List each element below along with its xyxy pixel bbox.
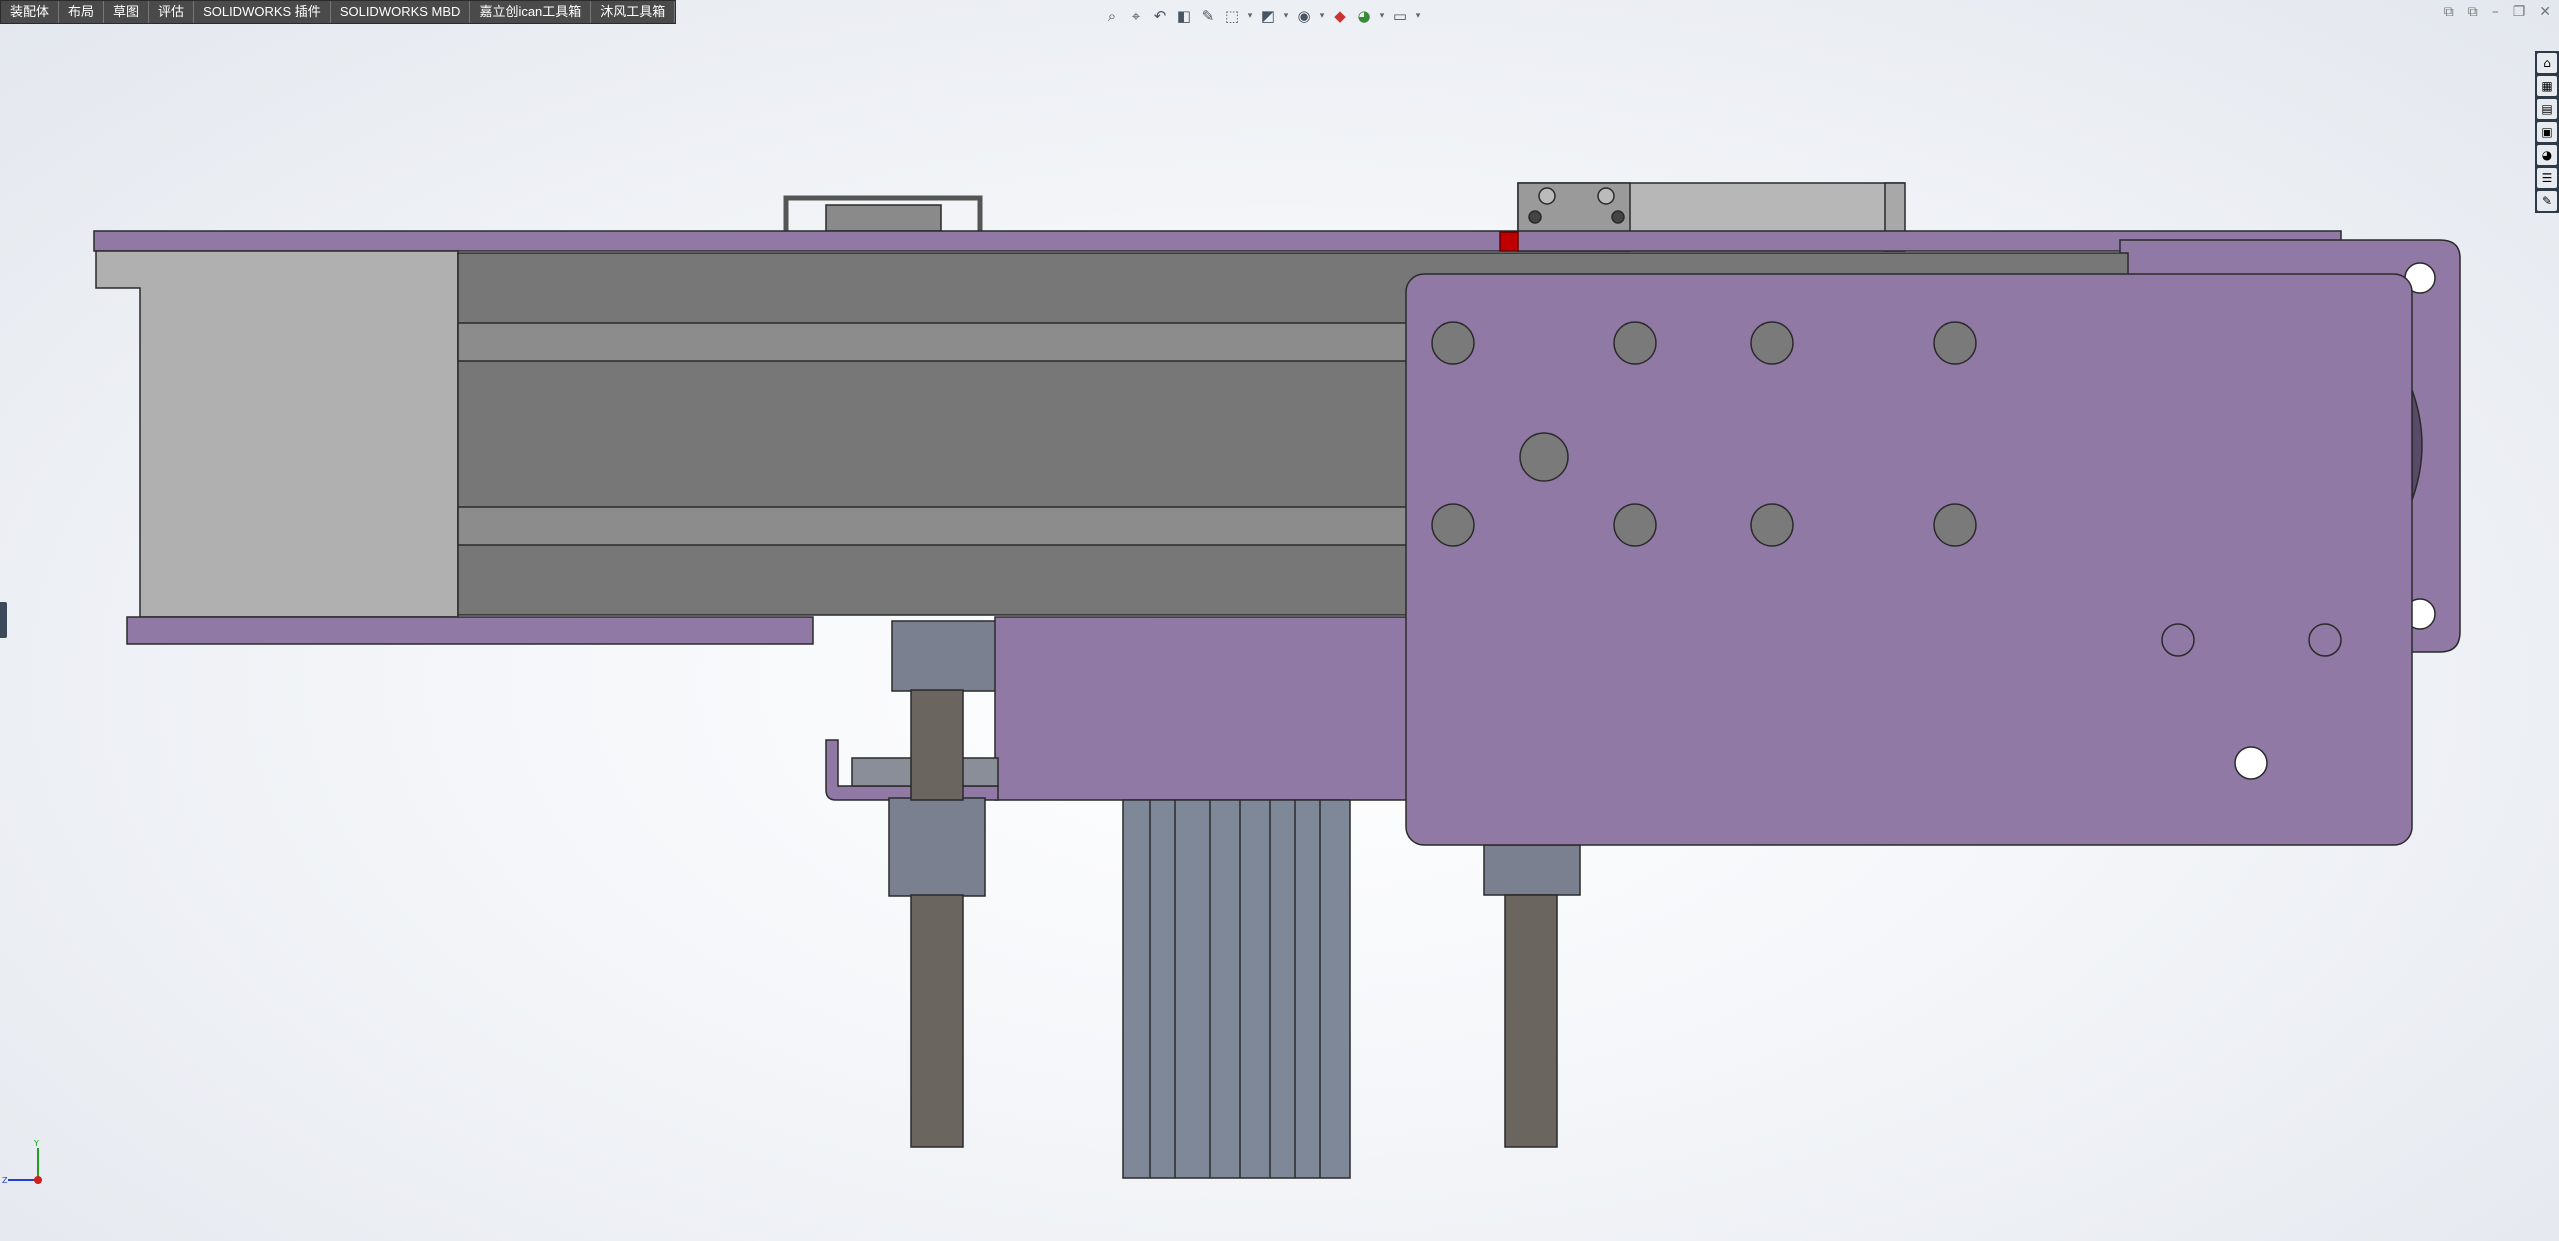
graphics-area[interactable] <box>0 0 2559 1241</box>
small-hole <box>2161 623 2195 657</box>
through-hole <box>2234 746 2268 780</box>
mounting-hole <box>1613 503 1657 547</box>
top-handle-block <box>825 204 942 232</box>
guide-rod <box>1504 894 1558 1148</box>
guide-rod <box>910 689 964 801</box>
mounting-hole <box>1519 432 1569 482</box>
mounting-hole <box>1431 503 1475 547</box>
reference-triad: Y Z <box>2 1139 42 1185</box>
sensor-screw <box>1597 187 1615 205</box>
air-cylinder <box>1122 799 1351 1179</box>
top-plate <box>93 230 2342 252</box>
mounting-hole <box>1431 321 1475 365</box>
mounting-hole <box>1613 321 1657 365</box>
triad-y-label: Y <box>33 1139 39 1148</box>
red-marker <box>1499 231 1519 252</box>
guide-rod <box>910 894 964 1148</box>
slider-body <box>994 616 1416 801</box>
linear-bearing <box>888 797 986 897</box>
guide-block <box>891 620 999 692</box>
rail-assembly-model <box>93 182 2461 1179</box>
mounting-hole <box>1750 321 1794 365</box>
left-end-cap <box>95 250 459 618</box>
sensor-screw <box>1538 187 1556 205</box>
mounting-hole <box>1750 503 1794 547</box>
sensor-screw <box>1528 210 1542 224</box>
small-hole <box>2308 623 2342 657</box>
triad-z-label: Z <box>2 1176 8 1185</box>
mounting-hole <box>1933 503 1977 547</box>
sensor-screw <box>1611 210 1625 224</box>
linear-bearing <box>1483 844 1581 896</box>
bottom-left-plate <box>126 616 814 645</box>
mounting-hole <box>1933 321 1977 365</box>
